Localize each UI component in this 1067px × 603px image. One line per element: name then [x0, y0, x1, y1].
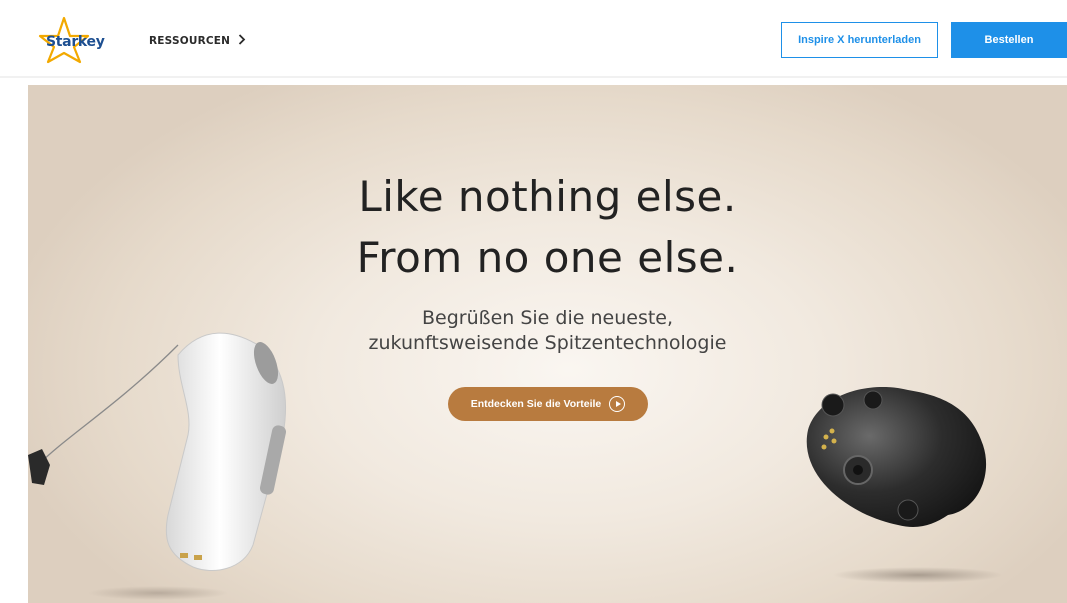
play-circle-icon: [609, 396, 626, 412]
order-button[interactable]: Bestellen: [951, 22, 1067, 58]
hero-banner: Like nothing else. From no one else. Beg…: [28, 85, 1067, 603]
chevron-right-icon: [238, 34, 246, 48]
cta-label: Entdecken Sie die Vorteile: [470, 398, 602, 410]
nav-resources-link[interactable]: RESSOURCEN: [149, 34, 246, 48]
hearing-aid-itc-image: [806, 386, 1003, 583]
hero-subtitle-line2: zukunftsweisende Spitzentechnologie: [368, 332, 727, 354]
nav-resources-label: RESSOURCEN: [149, 35, 231, 47]
site-header: Starkey RESSOURCEN Inspire X herunterlad…: [0, 0, 1067, 78]
hero-subtitle-line1: Begrüßen Sie die neueste,: [421, 307, 674, 329]
hero-headline-line2: From no one else.: [356, 233, 739, 282]
hearing-aid-ric-image: [28, 332, 287, 600]
logo-wordmark: Starkey: [46, 34, 105, 50]
hero-headline-line1: Like nothing else.: [358, 172, 737, 221]
download-inspire-button[interactable]: Inspire X herunterladen: [781, 22, 938, 58]
starkey-logo[interactable]: Starkey: [36, 16, 116, 64]
discover-benefits-button[interactable]: Entdecken Sie die Vorteile: [448, 387, 648, 421]
